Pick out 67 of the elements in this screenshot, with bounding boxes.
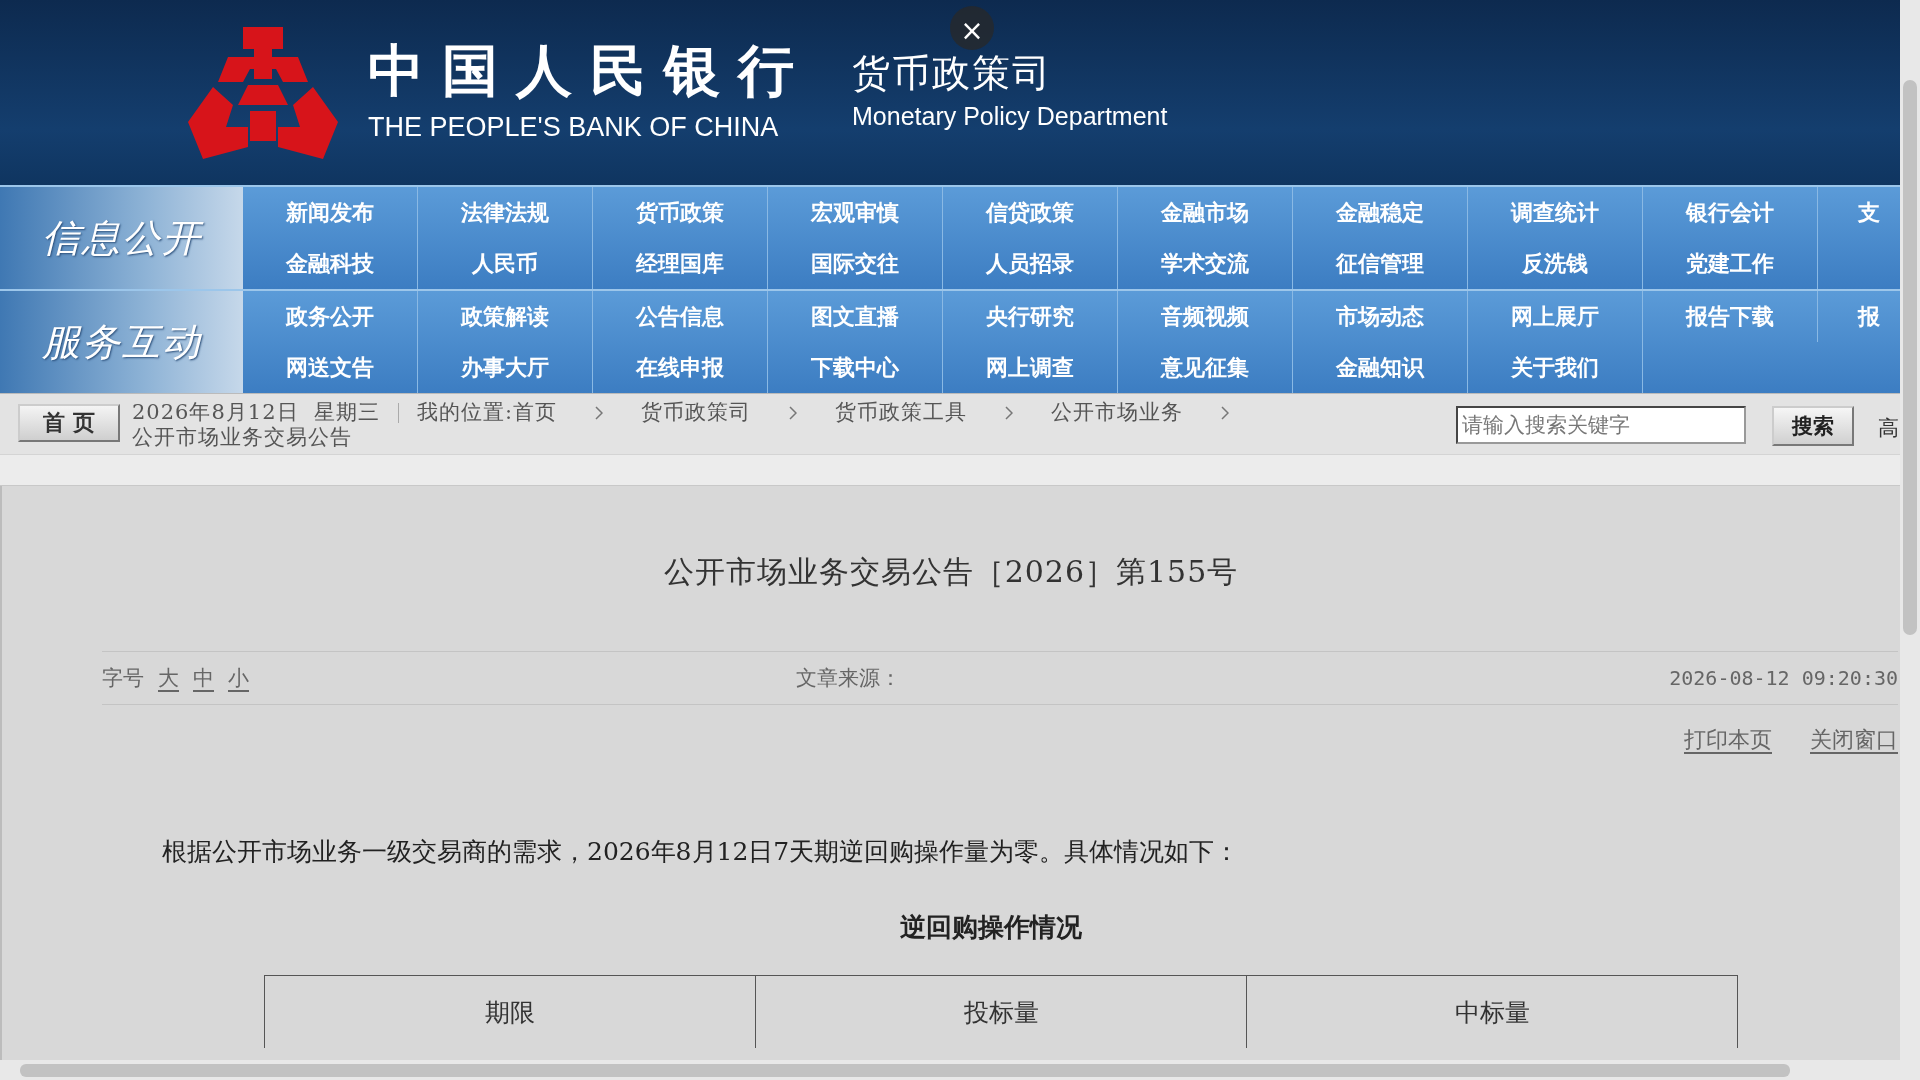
nav-link[interactable]: 信贷政策 — [943, 187, 1118, 238]
breadcrumb-link[interactable]: 货币政策司 — [640, 400, 751, 425]
breadcrumb-link[interactable]: 我的位置:首页 — [416, 400, 557, 425]
nav-link[interactable]: 银行会计 — [1643, 187, 1818, 238]
table-header-cell: 中标量 — [1246, 975, 1738, 1048]
nav-link[interactable]: 金融市场 — [1118, 187, 1293, 238]
source-label: 文章来源： — [796, 665, 902, 692]
nav-section-title: 信息公开 — [0, 187, 243, 289]
table-header-cell: 投标量 — [755, 975, 1247, 1048]
close-button[interactable]: × — [950, 6, 994, 50]
search-button[interactable]: 搜索 — [1772, 406, 1854, 446]
breadcrumb-link[interactable]: 公开市场业务交易公告 — [132, 425, 352, 450]
chevron-icon — [1004, 405, 1013, 420]
chevron-icon — [594, 405, 603, 420]
nav-link[interactable]: 图文直播 — [768, 291, 943, 342]
scrollbar-thumb[interactable] — [20, 1064, 1790, 1077]
nav-link[interactable]: 调查统计 — [1468, 187, 1643, 238]
table-header-cell: 期限 — [264, 975, 756, 1048]
department-name-english: Monetary Policy Department — [852, 102, 1168, 131]
nav-link[interactable]: 公告信息 — [593, 291, 768, 342]
date-text: 2026年8月12日 星期三 — [132, 400, 380, 425]
nav-link[interactable]: 人民币 — [418, 238, 593, 289]
table-title: 逆回购操作情况 — [899, 911, 1083, 944]
nav-link[interactable]: 政务公开 — [243, 291, 418, 342]
nav-section-title: 服务互动 — [0, 291, 243, 393]
font-size-link[interactable]: 中 — [193, 664, 214, 692]
bank-name-english: THE PEOPLE'S BANK OF CHINA — [368, 112, 780, 143]
bank-name: 中国人民银行 — [368, 42, 812, 98]
nav-link[interactable]: 征信管理 — [1293, 238, 1468, 289]
nav-link[interactable]: 经理国库 — [593, 238, 768, 289]
department-name: 货币政策司 — [852, 54, 1053, 92]
home-button[interactable]: 首 页 — [18, 404, 120, 442]
action-link[interactable]: 打印本页 — [1684, 725, 1772, 755]
bank-emblem-icon — [188, 26, 338, 159]
search-field[interactable]: 请输入搜索关键字 — [1456, 406, 1746, 444]
nav-link[interactable]: 国际交往 — [768, 238, 943, 289]
publish-time: 2026-08-12 09:20:30 — [1669, 666, 1898, 690]
toolbar-link[interactable]: 高 — [1878, 414, 1899, 442]
nav-link[interactable]: 人员招录 — [943, 238, 1118, 289]
font-size-link[interactable]: 大 — [158, 664, 179, 692]
nav-link[interactable]: 支 — [1818, 187, 1900, 238]
nav-link[interactable]: 金融稳定 — [1293, 187, 1468, 238]
nav-link[interactable]: 央行研究 — [943, 291, 1118, 342]
font-size-link[interactable]: 小 — [228, 664, 249, 692]
nav-link[interactable]: 报 — [1818, 291, 1900, 342]
scrollbar-thumb[interactable] — [1903, 80, 1917, 635]
nav-link[interactable]: 法律法规 — [418, 187, 593, 238]
chevron-icon — [1220, 405, 1229, 420]
nav-link[interactable]: 音频视频 — [1118, 291, 1293, 342]
article-paragraph: 根据公开市场业务一级交易商的需求，2026年8月12日7天期逆回购操作量为零。具体情况如下： — [162, 836, 1241, 868]
nav-link[interactable]: 党建工作 — [1643, 238, 1818, 289]
article-title: 公开市场业务交易公告［2026］第155号 — [662, 553, 1240, 591]
nav-link[interactable]: 货币政策 — [593, 187, 768, 238]
nav-link[interactable]: 网上展厅 — [1468, 291, 1643, 342]
nav-link[interactable]: 学术交流 — [1118, 238, 1293, 289]
nav-link[interactable]: 市场动态 — [1293, 291, 1468, 342]
nav-link[interactable]: 反洗钱 — [1468, 238, 1643, 289]
nav-link[interactable]: 报告下载 — [1643, 291, 1818, 342]
breadcrumb-link[interactable]: 公开市场业务 — [1050, 400, 1183, 425]
action-link[interactable]: 关闭窗口 — [1810, 725, 1898, 755]
nav-link[interactable]: 宏观审慎 — [768, 187, 943, 238]
font-size-label: 字号 — [102, 665, 144, 692]
nav-link[interactable]: 新闻发布 — [243, 187, 418, 238]
breadcrumb-link[interactable]: 货币政策工具 — [834, 400, 967, 425]
chevron-icon — [788, 405, 797, 420]
nav-link[interactable]: 政策解读 — [418, 291, 593, 342]
nav-link[interactable]: 金融科技 — [243, 238, 418, 289]
